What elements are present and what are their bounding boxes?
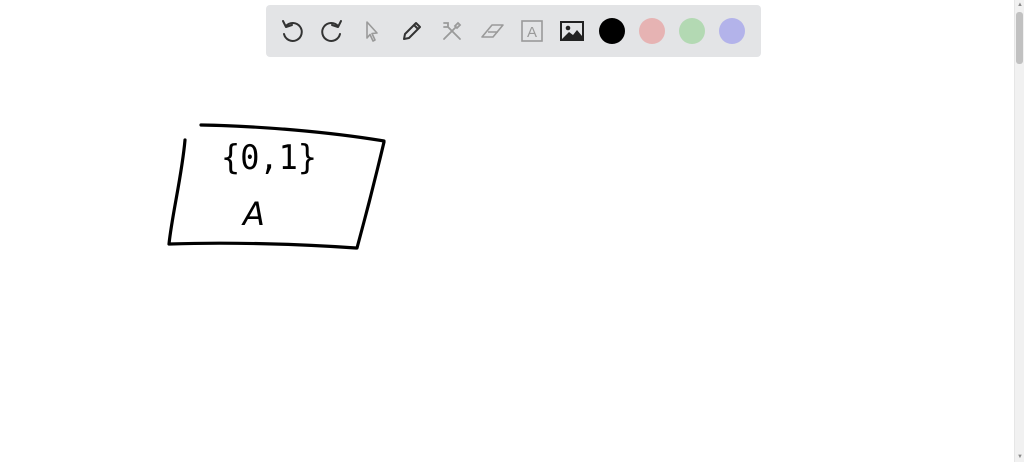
- undo-icon: [282, 20, 303, 42]
- drawing-canvas[interactable]: {0,1} A: [0, 0, 1014, 462]
- image-tool-button[interactable]: [552, 11, 592, 51]
- redo-icon: [321, 20, 342, 42]
- undo-button[interactable]: [272, 11, 312, 51]
- image-icon: [560, 21, 584, 41]
- tools-button[interactable]: [432, 11, 472, 51]
- ink-layer: {0,1} A: [167, 123, 386, 250]
- eraser-tool-button[interactable]: [472, 11, 512, 51]
- drawing-toolbar: A: [266, 5, 761, 57]
- color-green-button[interactable]: [672, 11, 712, 51]
- redo-button[interactable]: [312, 11, 352, 51]
- color-swatch-blue: [719, 18, 745, 44]
- color-red-button[interactable]: [632, 11, 672, 51]
- cursor-arrow-icon: [366, 21, 378, 42]
- node-label: A: [241, 195, 265, 233]
- pencil-icon: [403, 22, 421, 40]
- select-tool-button[interactable]: [352, 11, 392, 51]
- whiteboard-app: {0,1} A A ▲ ▼: [0, 0, 1024, 462]
- text-box-icon: A: [521, 20, 543, 42]
- text-tool-glyph: A: [527, 24, 537, 41]
- color-swatch-black: [599, 18, 625, 44]
- crossed-tools-icon: [443, 21, 462, 40]
- color-black-button[interactable]: [592, 11, 632, 51]
- pen-tool-button[interactable]: [392, 11, 432, 51]
- color-swatch-green: [679, 18, 705, 44]
- eraser-icon: [481, 24, 504, 38]
- color-blue-button[interactable]: [712, 11, 752, 51]
- color-swatch-red: [639, 18, 665, 44]
- set-label: {0,1}: [221, 138, 317, 178]
- vertical-scrollbar[interactable]: ▲ ▼: [1014, 0, 1024, 462]
- scroll-up-arrow-icon[interactable]: ▲: [1016, 1, 1024, 9]
- scroll-down-arrow-icon[interactable]: ▼: [1016, 453, 1024, 461]
- text-tool-button[interactable]: A: [512, 11, 552, 51]
- scrollbar-thumb[interactable]: [1016, 12, 1023, 64]
